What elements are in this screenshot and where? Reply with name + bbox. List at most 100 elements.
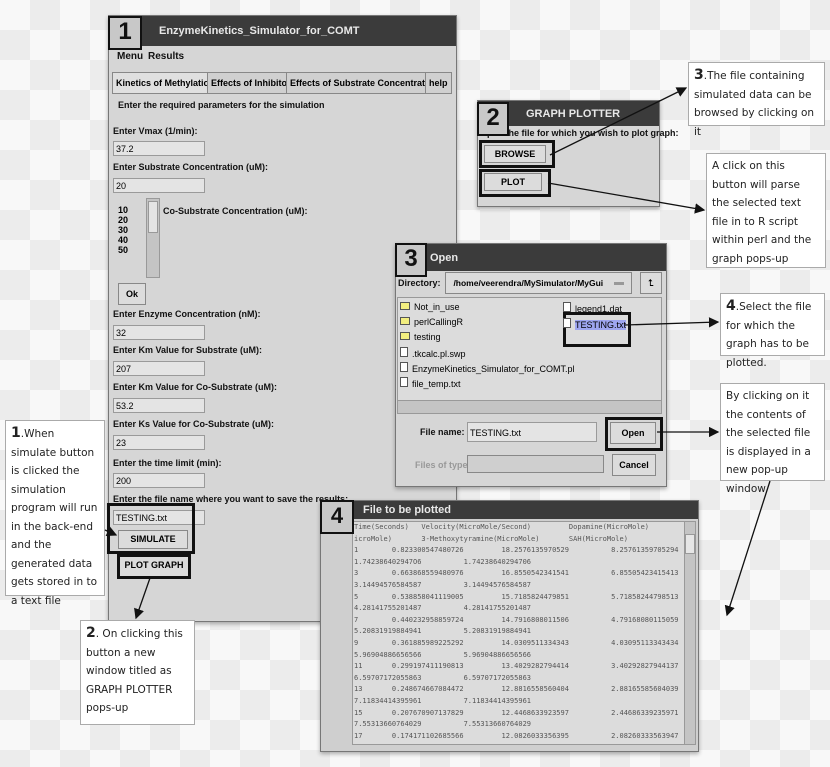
km-substrate-input[interactable]: 207 bbox=[113, 361, 205, 376]
annotation-open: By clicking on it the contents of the se… bbox=[720, 383, 825, 495]
file-item[interactable]: file_temp.txt bbox=[400, 377, 461, 389]
substrate-input[interactable]: 20 bbox=[113, 178, 205, 193]
file-line: 5 0.538858041119005 15.7185824479851 5.7… bbox=[354, 592, 679, 601]
folder-icon bbox=[400, 332, 410, 340]
enzyme-label: Enter Enzyme Concentration (nM): bbox=[113, 309, 261, 319]
directory-value: /home/veerendra/MySimulator/MyGui bbox=[453, 278, 604, 288]
filename-label: File name: bbox=[420, 427, 465, 437]
horizontal-scrollbar[interactable] bbox=[397, 400, 662, 414]
file-line: 7.91739666436053 7.91739666436053 bbox=[354, 742, 684, 744]
window-title: EnzymeKinetics_Simulator_for_COMT bbox=[159, 25, 360, 37]
file-line: 7 0.440232958859724 14.7916808011506 4.7… bbox=[354, 615, 679, 624]
km-cosubstrate-input[interactable]: 53.2 bbox=[113, 398, 205, 413]
menu-menu[interactable]: Menu bbox=[117, 51, 143, 62]
step-number: 4 bbox=[320, 500, 354, 534]
title-bar: EnzymeKinetics_Simulator_for_COMT bbox=[109, 16, 456, 46]
directory-label: Directory: bbox=[398, 278, 441, 288]
vertical-scrollbar[interactable] bbox=[684, 521, 696, 745]
file-icon bbox=[400, 377, 408, 387]
enzyme-input[interactable]: 32 bbox=[113, 325, 205, 340]
list-option[interactable]: 40 bbox=[118, 235, 144, 245]
tab-kinetics[interactable]: Kinetics of Methylation bbox=[112, 72, 219, 94]
file-icon bbox=[563, 318, 571, 328]
file-line: 5.20831919884941 5.20831919884941 bbox=[354, 627, 532, 636]
title-bar: File to be plotted bbox=[321, 501, 698, 519]
annotation-plot-graph: 2. On clicking this button a new window … bbox=[80, 620, 195, 725]
file-line: 15 0.207670907137829 12.4468633923597 2.… bbox=[354, 708, 679, 717]
file-icon bbox=[400, 362, 408, 372]
time-input[interactable]: 200 bbox=[113, 473, 205, 488]
folder-item[interactable]: perlCallingR bbox=[400, 317, 463, 327]
annotation-simulate: 1.When simulate button is clicked the si… bbox=[5, 420, 105, 607]
arrow bbox=[724, 480, 771, 617]
list-option[interactable]: 10 bbox=[118, 205, 144, 215]
tab-help[interactable]: help bbox=[425, 72, 452, 94]
file-item[interactable]: EnzymeKinetics_Simulator_for_COMT.pl bbox=[400, 362, 575, 374]
step-number: 2 bbox=[477, 102, 509, 136]
list-option[interactable]: 30 bbox=[118, 225, 144, 235]
open-button[interactable]: Open bbox=[610, 422, 656, 444]
file-line: 13 0.248674667084472 12.8816558560404 2.… bbox=[354, 685, 679, 694]
annotation-plot: A click on this button will parse the se… bbox=[706, 153, 826, 268]
plot-graph-button[interactable]: PLOT GRAPH bbox=[120, 557, 188, 576]
ks-label: Enter Ks Value for Co-Substrate (uM): bbox=[113, 419, 275, 429]
directory-dropdown[interactable]: /home/veerendra/MySimulator/MyGui bbox=[445, 272, 632, 294]
folder-icon bbox=[400, 302, 410, 310]
tab-inhibitor[interactable]: Effects of Inhibitor bbox=[207, 72, 295, 94]
listbox-scrollbar[interactable] bbox=[146, 198, 160, 278]
file-line: 7.11834414395961 7.11834414395961 bbox=[354, 696, 532, 705]
menu-results[interactable]: Results bbox=[148, 51, 184, 62]
cosubstrate-listbox[interactable]: 10 20 30 40 50 bbox=[118, 205, 144, 255]
km-substrate-label: Enter Km Value for Substrate (uM): bbox=[113, 345, 263, 355]
file-item-selected[interactable]: TESTING.txt bbox=[563, 318, 627, 330]
time-label: Enter the time limit (min): bbox=[113, 458, 222, 468]
window-title: File to be plotted bbox=[363, 504, 451, 516]
ok-button[interactable]: Ok bbox=[118, 283, 146, 305]
window-title: GRAPH PLOTTER bbox=[526, 107, 621, 120]
vmax-input[interactable]: 37.2 bbox=[113, 141, 205, 156]
folder-icon bbox=[400, 317, 410, 325]
section-heading: Enter the required parameters for the si… bbox=[118, 100, 325, 110]
files-of-type-label: Files of type: bbox=[415, 460, 471, 470]
file-line: 9 0.361885989225292 14.0309511334343 4.0… bbox=[354, 638, 679, 647]
step-number: 1 bbox=[108, 16, 142, 50]
list-option[interactable]: 50 bbox=[118, 245, 144, 255]
title-bar: Open bbox=[396, 244, 666, 271]
file-line: 5.96904886656566 5.96904886656566 bbox=[354, 650, 532, 659]
step-number: 3 bbox=[395, 243, 427, 277]
annotation-browse: 3.The file containing simulated data can… bbox=[688, 62, 825, 138]
substrate-label: Enter Substrate Concentration (uM): bbox=[113, 162, 269, 172]
vmax-label: Enter Vmax (1/min): bbox=[113, 126, 198, 136]
file-line: 7.55313660764029 7.55313660764029 bbox=[354, 720, 532, 729]
dropdown-icon bbox=[613, 282, 624, 286]
file-line: icroMole) 3-Methoxytyramine(MicroMole) S… bbox=[354, 534, 628, 543]
file-line: 17 0.174171102685566 12.0826033356395 2.… bbox=[354, 731, 679, 740]
file-line: 3 0.663868559480976 16.8550542341541 6.8… bbox=[354, 569, 679, 578]
file-line: 1 0.823300547480726 18.2576135970529 8.2… bbox=[354, 546, 679, 555]
plotter-prompt: Open the file for which you wish to plot… bbox=[480, 128, 679, 138]
filename-input[interactable]: TESTING.txt bbox=[467, 422, 597, 442]
cancel-button[interactable]: Cancel bbox=[612, 454, 656, 476]
annotation-select-file: 4.Select the file for which the graph ha… bbox=[720, 293, 825, 369]
list-option[interactable]: 20 bbox=[118, 215, 144, 225]
window-title: Open bbox=[430, 251, 459, 264]
file-line: 4.28141755201487 4.28141755201487 bbox=[354, 604, 532, 613]
file-item[interactable]: .tkcalc.pl.swp bbox=[400, 347, 466, 359]
ks-input[interactable]: 23 bbox=[113, 435, 205, 450]
cosubstrate-label: Co-Substrate Concentration (uM): bbox=[163, 206, 308, 216]
file-line: 1.742386402947O6 1.74238640294706 bbox=[354, 557, 532, 566]
file-content[interactable]: Time(Seconds) Velocity(MicroMole/Second)… bbox=[352, 521, 685, 745]
plot-button[interactable]: PLOT bbox=[484, 173, 542, 191]
file-line: Time(Seconds) Velocity(MicroMole/Second)… bbox=[354, 523, 685, 531]
file-icon bbox=[563, 302, 571, 312]
highlight-simulate bbox=[107, 503, 195, 554]
files-of-type-dropdown[interactable] bbox=[467, 455, 604, 473]
km-cosubstrate-label: Enter Km Value for Co-Substrate (uM): bbox=[113, 382, 278, 392]
file-line: 3.14494576584587 3.14494576584587 bbox=[354, 580, 532, 589]
folder-item[interactable]: Not_in_use bbox=[400, 302, 460, 312]
tab-substrate[interactable]: Effects of Substrate Concentration bbox=[286, 72, 443, 94]
parent-folder-icon[interactable]: ⮤ bbox=[640, 272, 662, 294]
browse-button[interactable]: BROWSE bbox=[484, 145, 546, 163]
folder-item[interactable]: testing bbox=[400, 332, 441, 342]
file-icon bbox=[400, 347, 408, 357]
